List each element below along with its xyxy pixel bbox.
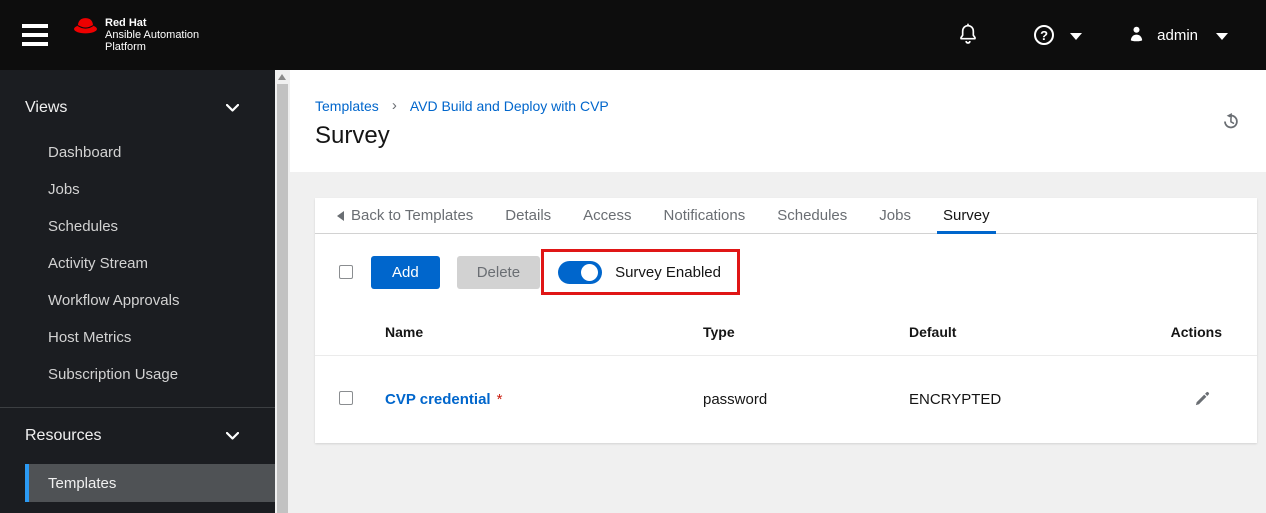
- tab-survey[interactable]: Survey: [927, 198, 1006, 234]
- row-checkbox[interactable]: [339, 390, 353, 405]
- nav-group-views[interactable]: Views: [0, 86, 275, 130]
- back-caret-icon: [337, 210, 344, 221]
- history-icon: [1221, 113, 1240, 134]
- nav-toggle-hamburger-icon[interactable]: [22, 24, 48, 46]
- user-name-label: admin: [1157, 26, 1198, 44]
- column-header-actions: Actions: [1170, 324, 1222, 340]
- brand-line3: Platform: [105, 41, 146, 53]
- bell-icon: [958, 23, 978, 48]
- tab-label: Survey: [942, 207, 990, 224]
- pencil-icon: [1194, 391, 1211, 410]
- sidebar-item-templates[interactable]: Templates: [25, 464, 275, 502]
- tab-notifications[interactable]: Notifications: [648, 198, 762, 233]
- app-window: Red Hat Ansible Automation Platform ? ad…: [0, 0, 1266, 513]
- tab-label: Back to Templates: [351, 207, 474, 224]
- sidebar-item-workflow-approvals[interactable]: Workflow Approvals: [0, 282, 275, 319]
- tab-label: Access: [583, 207, 632, 224]
- tab-details[interactable]: Details: [489, 198, 567, 233]
- brand-line1: Red Hat: [105, 17, 147, 29]
- page-title: Survey: [315, 122, 390, 149]
- tab-jobs[interactable]: Jobs: [863, 198, 927, 233]
- caret-down-icon: [1070, 28, 1083, 43]
- tab-label: Notifications: [663, 207, 746, 224]
- user-icon: [1127, 24, 1146, 47]
- tab-bar: Back to Templates Details Access Notific…: [315, 198, 1257, 234]
- nav-group-views-label: Views: [25, 99, 68, 116]
- survey-card: Back to Templates Details Access Notific…: [315, 198, 1257, 443]
- add-button[interactable]: Add: [371, 255, 440, 289]
- survey-enabled-toggle[interactable]: [558, 260, 603, 284]
- sidebar-nav: Views Dashboard Jobs Schedules Activity …: [0, 70, 275, 513]
- help-menu-button[interactable]: ?: [1034, 25, 1083, 45]
- tab-label: Schedules: [777, 207, 848, 224]
- select-all-checkbox[interactable]: [339, 265, 353, 279]
- chevron-down-icon: [225, 99, 240, 117]
- delete-button[interactable]: Delete: [456, 255, 541, 289]
- sidebar-item-subscription-usage[interactable]: Subscription Usage: [0, 356, 275, 393]
- edit-question-button[interactable]: [1194, 390, 1211, 410]
- breadcrumb-link-template-name[interactable]: AVD Build and Deploy with CVP: [410, 98, 609, 114]
- breadcrumb-separator-icon: ›: [391, 97, 397, 114]
- breadcrumb: Templates › AVD Build and Deploy with CV…: [315, 97, 1266, 114]
- survey-question-link[interactable]: CVP credential: [385, 391, 491, 408]
- page-header: Templates › AVD Build and Deploy with CV…: [290, 70, 1266, 172]
- brand-logo: Red Hat Ansible Automation Platform: [73, 17, 199, 53]
- column-header-name: Name: [385, 324, 424, 340]
- survey-toolbar: Add Delete Survey Enabled: [315, 234, 1257, 309]
- tab-schedules[interactable]: Schedules: [761, 198, 863, 233]
- notifications-button[interactable]: [958, 23, 978, 48]
- brand-line2: Ansible Automation: [105, 29, 200, 41]
- help-icon: ?: [1034, 25, 1055, 45]
- scrollbar-thumb[interactable]: [277, 84, 288, 513]
- tab-back-to-templates[interactable]: Back to Templates: [321, 198, 489, 233]
- sidebar-item-activity-stream[interactable]: Activity Stream: [0, 245, 275, 282]
- tab-access[interactable]: Access: [567, 198, 647, 233]
- main-content: Templates › AVD Build and Deploy with CV…: [290, 70, 1266, 513]
- survey-enabled-label: Survey Enabled: [615, 263, 721, 281]
- nav-group-resources[interactable]: Resources: [0, 408, 275, 464]
- scroll-up-arrow-icon[interactable]: [278, 74, 286, 80]
- sidebar-item-dashboard[interactable]: Dashboard: [0, 134, 275, 171]
- sidebar-item-host-metrics[interactable]: Host Metrics: [0, 319, 275, 356]
- table-header-row: Name Type Default Actions: [315, 309, 1257, 356]
- required-asterisk: *: [496, 391, 503, 408]
- column-header-type: Type: [703, 324, 735, 340]
- cell-type: password: [703, 391, 768, 408]
- nav-group-resources-label: Resources: [25, 427, 102, 444]
- table-row: CVP credential * password ENCRYPTED: [315, 356, 1257, 443]
- cell-default: ENCRYPTED: [909, 391, 1002, 408]
- history-button[interactable]: [1221, 112, 1240, 134]
- redhat-fedora-icon: [73, 17, 98, 41]
- vertical-scrollbar[interactable]: [275, 70, 290, 513]
- tab-label: Details: [505, 207, 552, 224]
- toggle-knob: [581, 263, 599, 281]
- sidebar-item-schedules[interactable]: Schedules: [0, 208, 275, 245]
- masthead: Red Hat Ansible Automation Platform ? ad…: [0, 0, 1266, 70]
- user-menu-button[interactable]: admin: [1127, 24, 1228, 47]
- annotation-highlight-box: Survey Enabled: [541, 249, 740, 295]
- column-header-default: Default: [909, 324, 957, 340]
- tab-label: Jobs: [879, 207, 911, 224]
- sidebar-item-jobs[interactable]: Jobs: [0, 171, 275, 208]
- caret-down-icon: [1216, 27, 1228, 44]
- chevron-down-icon: [225, 427, 240, 445]
- breadcrumb-link-templates[interactable]: Templates: [315, 98, 379, 114]
